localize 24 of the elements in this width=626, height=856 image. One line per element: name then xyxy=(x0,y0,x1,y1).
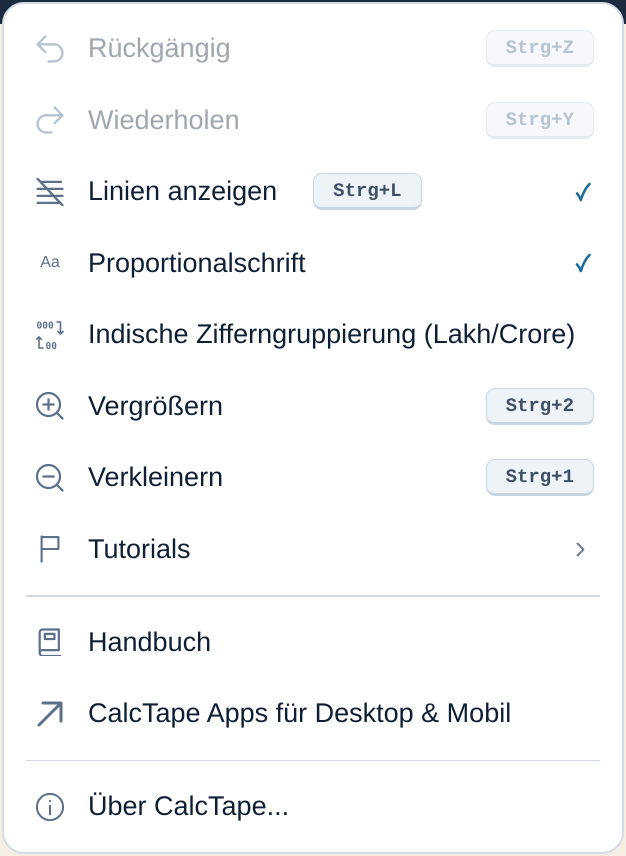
shortcut-key: Strg+L xyxy=(313,173,422,210)
menu-item[interactable]: Linien anzeigen xyxy=(36,178,278,206)
zoom-out-icon xyxy=(36,464,64,492)
shortcut-key: Strg+Z xyxy=(486,30,594,68)
menu-item[interactable]: 000 00 Indische Zifferngruppierung (Lakh/Crore) xyxy=(36,320,576,350)
menu-item[interactable]: Handbuch xyxy=(36,628,212,656)
lines-crossed-out-icon xyxy=(36,178,64,206)
info-icon xyxy=(36,792,64,821)
arrow-up-right-icon xyxy=(36,700,64,728)
font-icon: Aa xyxy=(40,255,60,272)
zoom-in-icon xyxy=(36,392,64,420)
chevron-right-icon xyxy=(576,542,585,557)
shortcut-key: Strg+1 xyxy=(486,459,594,496)
menu-item[interactable]: Tutorials xyxy=(36,535,191,564)
menu-item[interactable]: CalcTape Apps für Desktop & Mobil xyxy=(36,700,512,728)
book-icon xyxy=(36,628,64,656)
menu-item[interactable]: Vergrößern xyxy=(36,392,224,420)
shortcut-key: Strg+2 xyxy=(486,388,594,425)
menu-item[interactable]: Verkleinern xyxy=(36,464,224,492)
redo-icon xyxy=(36,106,64,134)
undo-icon xyxy=(36,34,64,63)
menu-item[interactable]: Aa Proportionalschrift xyxy=(36,250,306,277)
shortcut-key: Strg+Y xyxy=(486,102,594,139)
menu-item[interactable]: Über CalcTape... xyxy=(36,792,290,821)
